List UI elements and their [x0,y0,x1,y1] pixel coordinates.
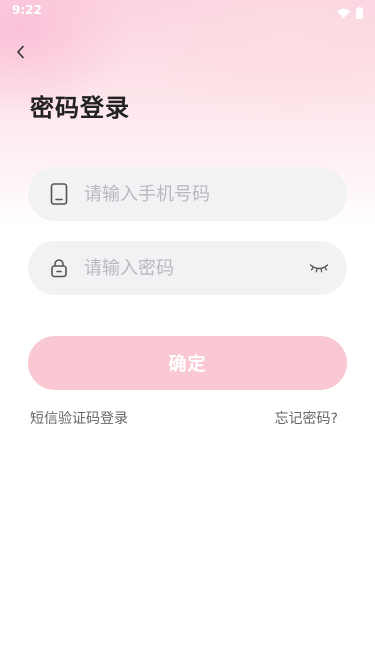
eye-closed-icon[interactable] [307,258,331,278]
chevron-left-icon [16,44,26,63]
phone-icon [48,182,70,206]
status-bar: 9:22 [0,0,375,22]
back-button[interactable] [10,42,32,64]
sms-login-link[interactable]: 短信验证码登录 [30,408,128,428]
wifi-icon [337,4,350,23]
lock-icon [48,256,70,280]
password-input[interactable] [84,241,304,295]
page-title: 密码登录 [30,94,130,122]
battery-icon [356,4,363,23]
phone-field[interactable] [28,167,347,221]
forgot-password-link[interactable]: 忘记密码? [275,408,338,428]
phone-input[interactable] [84,167,304,221]
password-field[interactable] [28,241,347,295]
status-icons [337,4,363,23]
confirm-button[interactable]: 确定 [28,336,347,390]
status-time: 9:22 [12,3,42,17]
